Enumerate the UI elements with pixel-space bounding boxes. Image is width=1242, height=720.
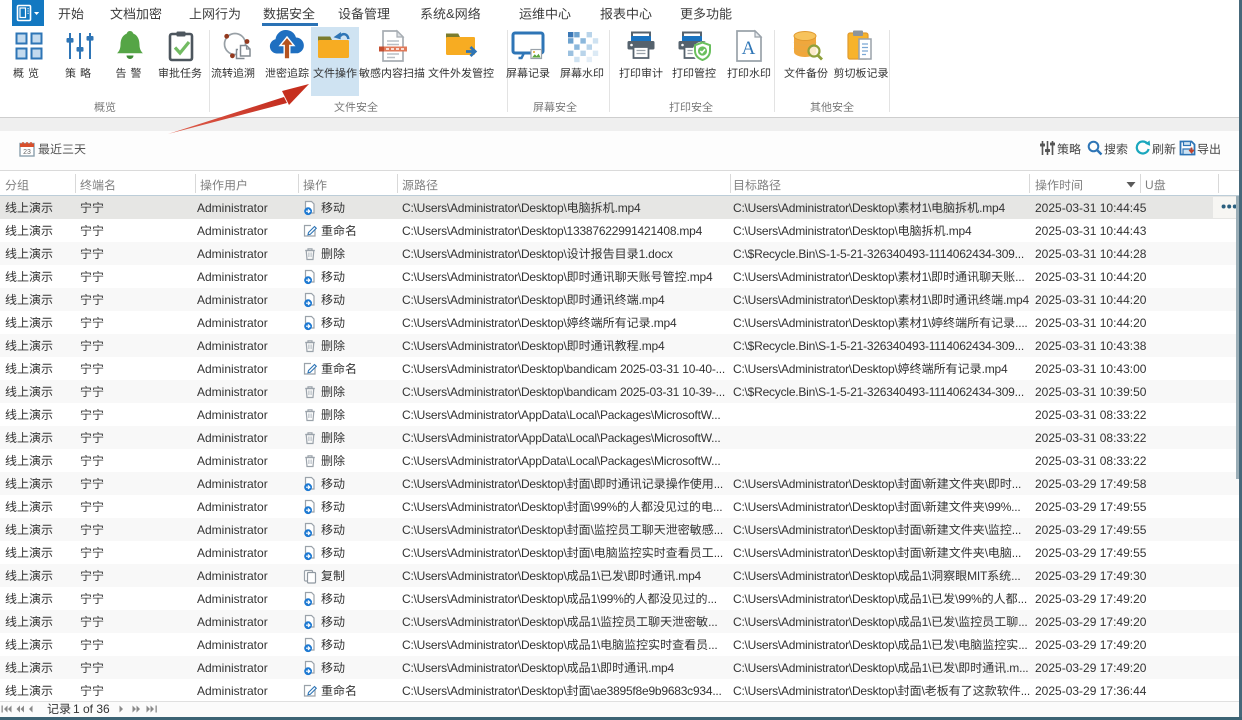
- svg-text:A: A: [742, 38, 756, 59]
- svg-text:23: 23: [23, 149, 31, 156]
